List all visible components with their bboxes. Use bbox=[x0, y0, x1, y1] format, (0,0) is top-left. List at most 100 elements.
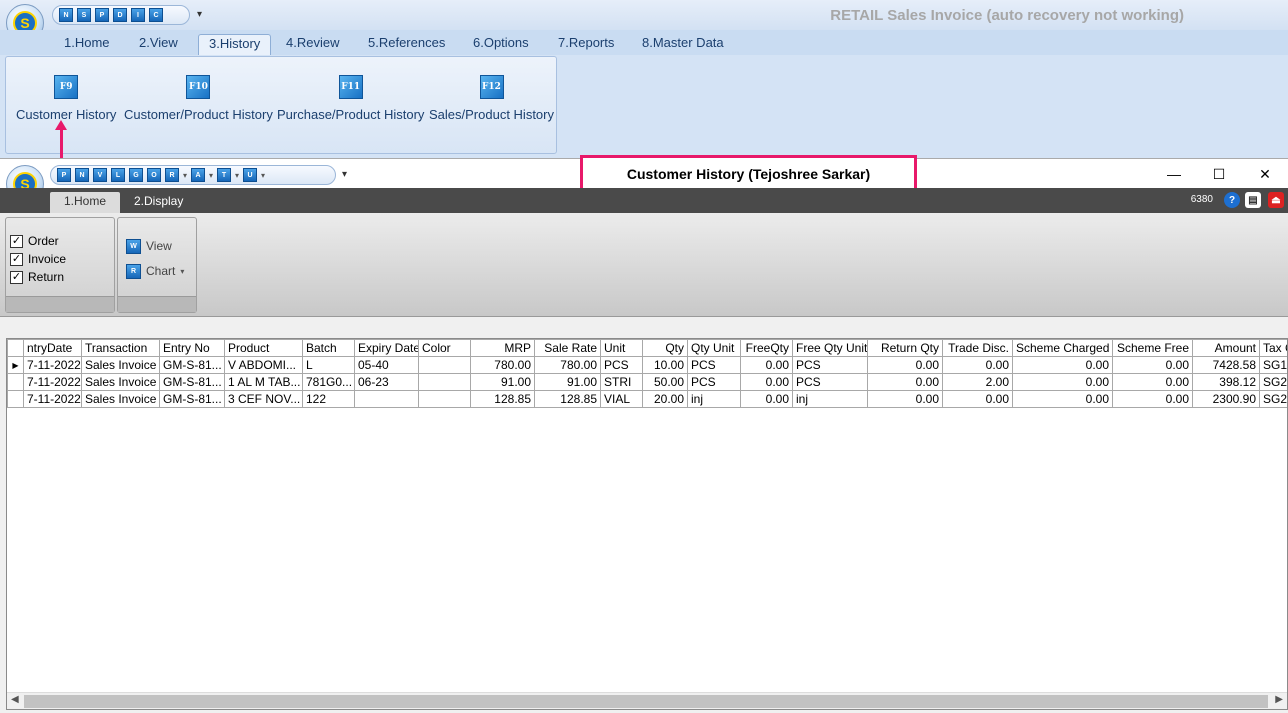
customer-product-history-button[interactable]: F10 Customer/Product History bbox=[124, 75, 273, 122]
quick-access-u-icon[interactable]: U bbox=[243, 168, 258, 182]
quick-access-p-icon[interactable]: P bbox=[95, 8, 109, 22]
row-selector[interactable] bbox=[7, 373, 24, 391]
scrollbar-thumb[interactable] bbox=[24, 695, 1268, 708]
table-cell: 0.00 bbox=[942, 356, 1013, 374]
quick-access-s-icon[interactable]: S bbox=[77, 8, 91, 22]
chevron-down-icon[interactable]: ▾ bbox=[235, 171, 239, 180]
quick-access-o-icon[interactable]: O bbox=[147, 168, 161, 182]
scroll-left-icon[interactable]: ◀ bbox=[11, 694, 19, 705]
quick-access-a-icon[interactable]: A bbox=[191, 168, 206, 182]
quick-access-l-icon[interactable]: L bbox=[111, 168, 125, 182]
chevron-down-icon[interactable]: ▾ bbox=[261, 171, 265, 180]
quick-access-c-icon[interactable]: C bbox=[149, 8, 163, 22]
quick-access-r-icon[interactable]: R bbox=[165, 168, 179, 182]
tab-master-data[interactable]: 8.Master Data bbox=[632, 34, 734, 55]
exit-icon[interactable]: ⏏ bbox=[1268, 192, 1284, 208]
quick-access-i-icon[interactable]: I bbox=[131, 8, 145, 22]
tab-display[interactable]: 2.Display bbox=[120, 192, 197, 213]
column-header[interactable]: Qty Unit bbox=[687, 339, 741, 357]
column-header[interactable]: Amount bbox=[1192, 339, 1260, 357]
column-header[interactable]: ntryDate bbox=[23, 339, 82, 357]
invoice-checkbox[interactable]: ✓ bbox=[10, 252, 23, 266]
column-header[interactable]: Unit bbox=[600, 339, 643, 357]
column-header[interactable]: Entry No bbox=[159, 339, 225, 357]
document-icon[interactable]: ▤ bbox=[1245, 192, 1261, 208]
column-header[interactable]: Free Qty Unit bbox=[792, 339, 868, 357]
quick-access-t-icon[interactable]: T bbox=[217, 168, 232, 182]
view-icon: W bbox=[126, 238, 141, 254]
customize-quick-access-icon[interactable]: ▾ bbox=[342, 169, 347, 180]
chevron-down-icon[interactable]: ▾ bbox=[183, 171, 187, 180]
column-header[interactable]: Transaction bbox=[81, 339, 160, 357]
quick-access-n-icon[interactable]: N bbox=[75, 168, 89, 182]
customer-history-window: S P N V L G O R ▾ A ▾ T ▾ U ▾ ▾ Customer History (Tej… bbox=[0, 155, 1288, 713]
return-filter[interactable]: ✓ Return bbox=[10, 269, 64, 285]
group-footer bbox=[118, 296, 196, 312]
column-header[interactable]: MRP bbox=[470, 339, 535, 357]
horizontal-scrollbar[interactable]: ◀ ▶ bbox=[7, 692, 1287, 709]
purchase-product-history-button[interactable]: F11 Purchase/Product History bbox=[277, 75, 424, 122]
table-row[interactable]: ▶ 7-11-2022 Sales Invoice GM-S-81... V ABDOM… bbox=[7, 356, 1287, 374]
table-cell bbox=[418, 390, 471, 408]
view-button[interactable]: W View bbox=[126, 238, 172, 254]
history-grid: ntryDate Transaction Entry No Product Batch E… bbox=[6, 338, 1288, 710]
tab-history[interactable]: 3.History bbox=[198, 34, 272, 55]
quick-access-n-icon[interactable]: N bbox=[59, 8, 73, 22]
quick-access-d-icon[interactable]: D bbox=[113, 8, 127, 22]
sales-product-history-button[interactable]: F12 Sales/Product History bbox=[429, 75, 554, 122]
column-header[interactable]: Trade Disc. bbox=[942, 339, 1013, 357]
customize-quick-access-icon[interactable]: ▾ bbox=[197, 9, 202, 20]
column-header[interactable]: FreeQty bbox=[740, 339, 793, 357]
annotation-arrow bbox=[60, 128, 63, 160]
column-header[interactable]: Expiry Date bbox=[354, 339, 419, 357]
column-header[interactable]: Sale Rate bbox=[534, 339, 601, 357]
maximize-icon[interactable]: ☐ bbox=[1209, 165, 1229, 183]
column-header[interactable]: Qty bbox=[642, 339, 688, 357]
column-header[interactable]: Product bbox=[224, 339, 303, 357]
chart-button[interactable]: R Chart ▾ bbox=[126, 263, 184, 279]
table-cell: 0.00 bbox=[1012, 356, 1113, 374]
group-footer bbox=[6, 296, 114, 312]
chart-icon: R bbox=[126, 263, 141, 279]
table-cell: 3 CEF NOV... bbox=[224, 390, 303, 408]
column-header[interactable]: Scheme Free bbox=[1112, 339, 1193, 357]
tab-reports[interactable]: 7.Reports bbox=[548, 34, 624, 55]
table-row[interactable]: 7-11-2022 Sales Invoice GM-S-81... 3 CEF NO… bbox=[7, 390, 1287, 408]
tab-references[interactable]: 5.References bbox=[358, 34, 455, 55]
table-row[interactable]: 7-11-2022 Sales Invoice GM-S-81... 1 AL M T… bbox=[7, 373, 1287, 391]
quick-access-p-icon[interactable]: P bbox=[57, 168, 71, 182]
order-filter[interactable]: ✓ Order bbox=[10, 233, 59, 249]
column-header[interactable]: Return Qty bbox=[867, 339, 943, 357]
quick-access-toolbar: P N V L G O R ▾ A ▾ T ▾ U ▾ bbox=[50, 165, 336, 185]
table-cell: 122 bbox=[302, 390, 355, 408]
tab-review[interactable]: 4.Review bbox=[276, 34, 349, 55]
current-row-icon[interactable]: ▶ bbox=[7, 356, 24, 374]
return-checkbox[interactable]: ✓ bbox=[10, 270, 23, 284]
column-header[interactable]: Tax Co bbox=[1259, 339, 1287, 357]
tab-home[interactable]: 1.Home bbox=[54, 34, 120, 55]
customer-history-button[interactable]: F9 Customer History bbox=[16, 75, 116, 122]
row-selector[interactable] bbox=[7, 390, 24, 408]
order-label: Order bbox=[28, 234, 59, 248]
table-cell: 05-40 bbox=[354, 356, 419, 374]
tab-view[interactable]: 2.View bbox=[129, 34, 188, 55]
scroll-right-icon[interactable]: ▶ bbox=[1275, 694, 1283, 705]
close-icon[interactable]: ✕ bbox=[1255, 165, 1275, 183]
f11-key-icon: F11 bbox=[338, 75, 363, 99]
column-header[interactable]: Color bbox=[418, 339, 471, 357]
table-cell: 91.00 bbox=[470, 373, 535, 391]
quick-access-g-icon[interactable]: G bbox=[129, 168, 143, 182]
help-icon[interactable]: ? bbox=[1224, 192, 1240, 208]
quick-access-v-icon[interactable]: V bbox=[93, 168, 107, 182]
tab-home[interactable]: 1.Home bbox=[50, 192, 121, 213]
tab-options[interactable]: 6.Options bbox=[463, 34, 539, 55]
invoice-filter[interactable]: ✓ Invoice bbox=[10, 251, 66, 267]
order-checkbox[interactable]: ✓ bbox=[10, 234, 23, 248]
table-cell: SG1 bbox=[1259, 356, 1287, 374]
column-header[interactable]: Scheme Charged bbox=[1012, 339, 1113, 357]
customer-history-titlebar: S P N V L G O R ▾ A ▾ T ▾ U ▾ ▾ Customer History (Tej… bbox=[0, 155, 1288, 203]
minimize-icon[interactable]: — bbox=[1164, 165, 1184, 183]
column-header[interactable]: Batch bbox=[302, 339, 355, 357]
table-cell: 7428.58 bbox=[1192, 356, 1260, 374]
chevron-down-icon[interactable]: ▾ bbox=[209, 171, 213, 180]
